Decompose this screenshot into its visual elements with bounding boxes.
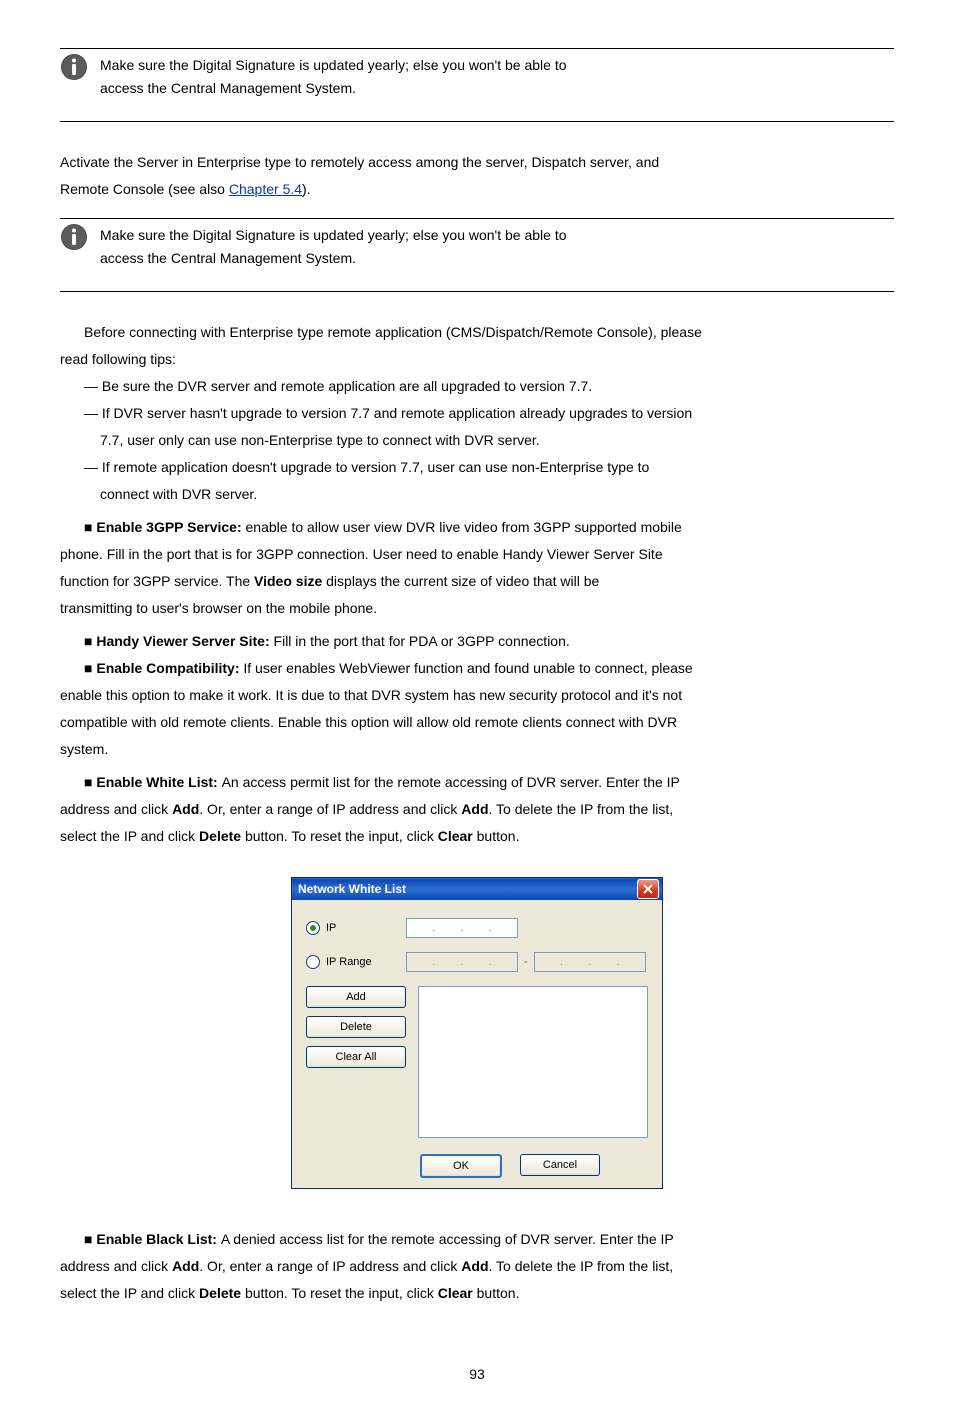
info-icon xyxy=(60,223,94,257)
network-white-list-dialog: Network White List IP . . . xyxy=(291,877,663,1189)
b1-cont1: phone. Fill in the port that is for 3GPP… xyxy=(60,544,894,565)
bullet-a1: Be sure the DVR server and remote applic… xyxy=(102,378,592,394)
b1-cont2b: displays the current size of video that … xyxy=(322,573,599,589)
ip-dot: . xyxy=(588,955,591,970)
dialog-title: Network White List xyxy=(298,880,406,898)
video-size-bold: Video size xyxy=(254,573,322,589)
cancel-button[interactable]: Cancel xyxy=(520,1154,600,1176)
ip-range-radio-label: IP Range xyxy=(326,954,372,971)
e-cont5: button. To reset the input, click xyxy=(241,1285,438,1301)
e-add2: Add xyxy=(461,1258,488,1274)
d-clear: Clear xyxy=(438,828,473,844)
enable-compat-title: Enable Compatibility: xyxy=(96,660,243,676)
d-cont1: address and click xyxy=(60,801,172,817)
handy-viewer-title: Handy Viewer Server Site: xyxy=(96,633,273,649)
black-list-text: A denied access list for the remote acce… xyxy=(221,1231,674,1247)
ip-range-radio[interactable] xyxy=(306,955,320,969)
ip-dot: . xyxy=(489,921,492,936)
ok-button[interactable]: OK xyxy=(420,1154,502,1178)
c2-cont3: system. xyxy=(60,739,894,760)
info1-line1a: Make sure the Digital Signature is up xyxy=(100,57,329,73)
ip-dot: . xyxy=(432,921,435,936)
enable-3gpp-title: Enable 3GPP Service: xyxy=(96,519,245,535)
tips-intro-cont: read following tips: xyxy=(60,349,894,370)
white-list-title: Enable White List: xyxy=(96,774,221,790)
d-cont5: button. To reset the input, click xyxy=(241,828,438,844)
info-note-2: Make sure the Digital Signature is updat… xyxy=(60,218,894,292)
info-icon xyxy=(60,53,94,87)
white-list-text: An access permit list for the remote acc… xyxy=(222,774,680,790)
black-list-title: Enable Black List: xyxy=(96,1231,220,1247)
d-add2: Add xyxy=(461,801,488,817)
square-bullet-icon: ■ xyxy=(84,633,96,649)
bullet-a2-cont: 7.7, user only can use non-Enterprise ty… xyxy=(60,430,894,451)
delete-button[interactable]: Delete xyxy=(306,1016,406,1038)
ip-input[interactable]: . . . xyxy=(406,918,518,938)
e-cont2: . Or, enter a range of IP address and cl… xyxy=(199,1258,461,1274)
ip-list[interactable] xyxy=(418,986,648,1138)
d-delete: Delete xyxy=(199,828,241,844)
e-cont1: address and click xyxy=(60,1258,172,1274)
bullet-a2: If DVR server hasn't upgrade to version … xyxy=(102,405,692,421)
ip-radio[interactable] xyxy=(306,921,320,935)
add-button[interactable]: Add xyxy=(306,986,406,1008)
tips-intro: Before connecting with Enterprise type r… xyxy=(60,322,894,343)
ip-dot: . xyxy=(560,955,563,970)
square-bullet-icon: ■ xyxy=(84,519,96,535)
info-note-1: Make sure the Digital Signature is updat… xyxy=(60,48,894,122)
d-cont3: . To delete the IP from the list, xyxy=(489,801,674,817)
d-add1: Add xyxy=(172,801,199,817)
e-add1: Add xyxy=(172,1258,199,1274)
e-cont6: button. xyxy=(473,1285,520,1301)
square-bullet-icon: ■ xyxy=(84,774,96,790)
bullet-icon: — xyxy=(84,378,102,394)
e-clear: Clear xyxy=(438,1285,473,1301)
info1-line2: access the Central Management System. xyxy=(100,78,894,99)
ip-dot: . xyxy=(461,955,464,970)
enable-compat-text: If user enables WebViewer function and f… xyxy=(243,660,692,676)
enterprise-text-2a: Remote Console (see also xyxy=(60,181,229,197)
bullet-icon: — xyxy=(84,459,102,475)
c2-cont1: enable this option to make it work. It i… xyxy=(60,685,894,706)
dialog-titlebar: Network White List xyxy=(292,878,662,900)
ip-radio-label: IP xyxy=(326,920,336,937)
enable-3gpp-text: enable to allow user view DVR live video… xyxy=(246,519,682,535)
square-bullet-icon: ■ xyxy=(84,660,96,676)
ip-dot: . xyxy=(461,921,464,936)
d-cont6: button. xyxy=(473,828,520,844)
e-delete: Delete xyxy=(199,1285,241,1301)
range-separator: - xyxy=(524,954,528,971)
bullet-icon: — xyxy=(84,405,102,421)
c2-cont2: compatible with old remote clients. Enab… xyxy=(60,712,894,733)
ip-dot: . xyxy=(489,955,492,970)
bullet-a3-cont: connect with DVR server. xyxy=(60,484,894,505)
handy-viewer-text: Fill in the port that for PDA or 3GPP co… xyxy=(274,633,570,649)
ip-dot: . xyxy=(616,955,619,970)
b1-cont2a: function for 3GPP service. The xyxy=(60,573,254,589)
ip-range-from-input: . . . xyxy=(406,952,518,972)
square-bullet-icon: ■ xyxy=(84,1231,96,1247)
e-cont3: . To delete the IP from the list, xyxy=(489,1258,674,1274)
ip-range-to-input: . . . xyxy=(534,952,646,972)
b1-cont3: transmitting to user's browser on the mo… xyxy=(60,598,894,619)
d-cont4: select the IP and click xyxy=(60,828,199,844)
info1-line1b: dated yearly; else you won't be able to xyxy=(329,57,567,73)
bullet-a3: If remote application doesn't upgrade to… xyxy=(102,459,649,475)
chapter-link[interactable]: Chapter 5.4 xyxy=(229,181,302,197)
info2-line2: access the Central Management System. xyxy=(100,248,894,269)
enterprise-text-2b: ). xyxy=(302,181,311,197)
d-cont2: . Or, enter a range of IP address and cl… xyxy=(199,801,461,817)
enterprise-text-1: Activate the Server in Enterprise type t… xyxy=(60,152,894,173)
page-number: 93 xyxy=(60,1364,894,1385)
info2-line1: Make sure the Digital Signature is updat… xyxy=(100,225,894,246)
clear-all-button[interactable]: Clear All xyxy=(306,1046,406,1068)
close-button[interactable] xyxy=(637,879,659,899)
ip-dot: . xyxy=(432,955,435,970)
e-cont4: select the IP and click xyxy=(60,1285,199,1301)
